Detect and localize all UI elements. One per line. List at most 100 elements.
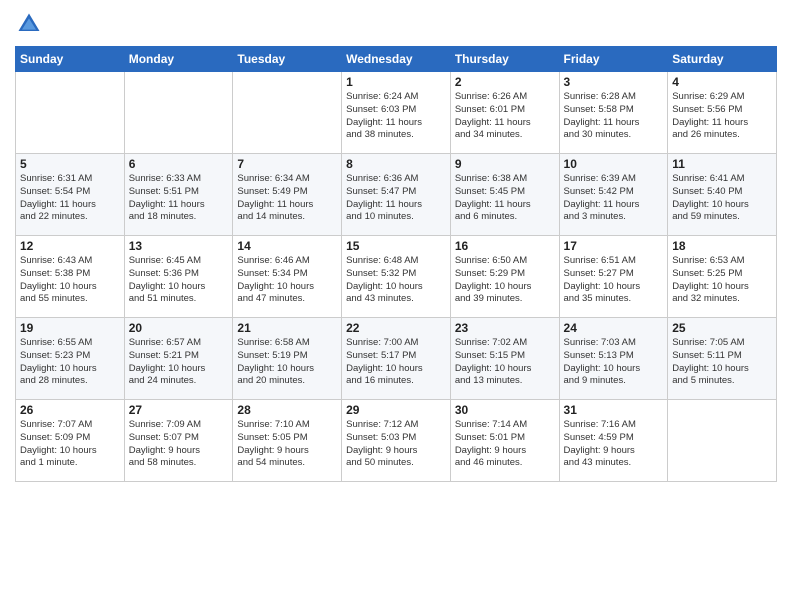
day-number: 15 (346, 239, 446, 253)
day-number: 4 (672, 75, 772, 89)
calendar-cell: 9 Sunrise: 6:38 AM Sunset: 5:45 PM Daylig… (450, 154, 559, 236)
weekday-header: Wednesday (342, 47, 451, 72)
calendar-cell: 12 Sunrise: 6:43 AM Sunset: 5:38 PM Dayli… (16, 236, 125, 318)
day-info: Sunrise: 6:38 AM Sunset: 5:45 PM Dayligh… (455, 173, 555, 224)
calendar-cell: 7 Sunrise: 6:34 AM Sunset: 5:49 PM Daylig… (233, 154, 342, 236)
day-info: Sunrise: 6:45 AM Sunset: 5:36 PM Dayligh… (129, 255, 229, 306)
weekday-header: Sunday (16, 47, 125, 72)
day-number: 10 (564, 157, 664, 171)
calendar-cell (668, 400, 777, 482)
day-number: 31 (564, 403, 664, 417)
weekday-header-row: SundayMondayTuesdayWednesdayThursdayFrid… (16, 47, 777, 72)
day-info: Sunrise: 6:53 AM Sunset: 5:25 PM Dayligh… (672, 255, 772, 306)
calendar-cell: 17Sunrise: 6:51 AM Sunset: 5:27 PM Dayli… (559, 236, 668, 318)
calendar-cell: 14 Sunrise: 6:46 AM Sunset: 5:34 PM Dayli… (233, 236, 342, 318)
day-info: Sunrise: 7:14 AM Sunset: 5:01 PM Dayligh… (455, 419, 555, 470)
calendar-cell: 10 Sunrise: 6:39 AM Sunset: 5:42 PM Dayli… (559, 154, 668, 236)
day-info: Sunrise: 6:58 AM Sunset: 5:19 PM Dayligh… (237, 337, 337, 388)
calendar-cell: 30Sunrise: 7:14 AM Sunset: 5:01 PM Dayli… (450, 400, 559, 482)
day-number: 20 (129, 321, 229, 335)
calendar-cell: 28 Sunrise: 7:10 AM Sunset: 5:05 PM Dayli… (233, 400, 342, 482)
day-number: 11 (672, 157, 772, 171)
day-info: Sunrise: 7:09 AM Sunset: 5:07 PM Dayligh… (129, 419, 229, 470)
day-number: 22 (346, 321, 446, 335)
day-info: Sunrise: 6:43 AM Sunset: 5:38 PM Dayligh… (20, 255, 120, 306)
calendar-cell: 1Sunrise: 6:24 AM Sunset: 6:03 PM Daylig… (342, 72, 451, 154)
day-number: 7 (237, 157, 337, 171)
day-number: 24 (564, 321, 664, 335)
page: SundayMondayTuesdayWednesdayThursdayFrid… (0, 0, 792, 612)
calendar-cell: 29 Sunrise: 7:12 AM Sunset: 5:03 PM Dayli… (342, 400, 451, 482)
calendar-cell: 25 Sunrise: 7:05 AM Sunset: 5:11 PM Dayli… (668, 318, 777, 400)
calendar-cell: 5 Sunrise: 6:31 AM Sunset: 5:54 PM Daylig… (16, 154, 125, 236)
day-number: 27 (129, 403, 229, 417)
day-number: 25 (672, 321, 772, 335)
calendar-week-row: 19Sunrise: 6:55 AM Sunset: 5:23 PM Dayli… (16, 318, 777, 400)
day-info: Sunrise: 7:05 AM Sunset: 5:11 PM Dayligh… (672, 337, 772, 388)
day-number: 18 (672, 239, 772, 253)
day-info: Sunrise: 7:10 AM Sunset: 5:05 PM Dayligh… (237, 419, 337, 470)
day-info: Sunrise: 6:24 AM Sunset: 6:03 PM Dayligh… (346, 91, 446, 142)
calendar-week-row: 5 Sunrise: 6:31 AM Sunset: 5:54 PM Daylig… (16, 154, 777, 236)
day-info: Sunrise: 6:41 AM Sunset: 5:40 PM Dayligh… (672, 173, 772, 224)
day-number: 28 (237, 403, 337, 417)
calendar-cell: 21 Sunrise: 6:58 AM Sunset: 5:19 PM Dayli… (233, 318, 342, 400)
calendar-cell: 11 Sunrise: 6:41 AM Sunset: 5:40 PM Dayli… (668, 154, 777, 236)
day-number: 29 (346, 403, 446, 417)
day-info: Sunrise: 7:12 AM Sunset: 5:03 PM Dayligh… (346, 419, 446, 470)
day-info: Sunrise: 6:50 AM Sunset: 5:29 PM Dayligh… (455, 255, 555, 306)
day-info: Sunrise: 7:00 AM Sunset: 5:17 PM Dayligh… (346, 337, 446, 388)
day-info: Sunrise: 7:03 AM Sunset: 5:13 PM Dayligh… (564, 337, 664, 388)
calendar-cell: 26Sunrise: 7:07 AM Sunset: 5:09 PM Dayli… (16, 400, 125, 482)
day-number: 2 (455, 75, 555, 89)
day-number: 12 (20, 239, 120, 253)
calendar-cell: 27 Sunrise: 7:09 AM Sunset: 5:07 PM Dayli… (124, 400, 233, 482)
day-number: 14 (237, 239, 337, 253)
logo (15, 10, 47, 38)
day-number: 17 (564, 239, 664, 253)
calendar-cell: 16Sunrise: 6:50 AM Sunset: 5:29 PM Dayli… (450, 236, 559, 318)
day-info: Sunrise: 6:36 AM Sunset: 5:47 PM Dayligh… (346, 173, 446, 224)
day-number: 26 (20, 403, 120, 417)
calendar-cell: 19Sunrise: 6:55 AM Sunset: 5:23 PM Dayli… (16, 318, 125, 400)
day-info: Sunrise: 6:55 AM Sunset: 5:23 PM Dayligh… (20, 337, 120, 388)
day-info: Sunrise: 6:31 AM Sunset: 5:54 PM Dayligh… (20, 173, 120, 224)
day-number: 9 (455, 157, 555, 171)
day-info: Sunrise: 6:48 AM Sunset: 5:32 PM Dayligh… (346, 255, 446, 306)
day-number: 3 (564, 75, 664, 89)
weekday-header: Thursday (450, 47, 559, 72)
calendar-cell: 15 Sunrise: 6:48 AM Sunset: 5:32 PM Dayli… (342, 236, 451, 318)
day-number: 23 (455, 321, 555, 335)
day-info: Sunrise: 6:39 AM Sunset: 5:42 PM Dayligh… (564, 173, 664, 224)
day-info: Sunrise: 6:46 AM Sunset: 5:34 PM Dayligh… (237, 255, 337, 306)
day-info: Sunrise: 6:33 AM Sunset: 5:51 PM Dayligh… (129, 173, 229, 224)
calendar: SundayMondayTuesdayWednesdayThursdayFrid… (15, 46, 777, 482)
day-info: Sunrise: 6:57 AM Sunset: 5:21 PM Dayligh… (129, 337, 229, 388)
day-info: Sunrise: 6:34 AM Sunset: 5:49 PM Dayligh… (237, 173, 337, 224)
weekday-header: Saturday (668, 47, 777, 72)
calendar-cell: 24 Sunrise: 7:03 AM Sunset: 5:13 PM Dayli… (559, 318, 668, 400)
day-number: 6 (129, 157, 229, 171)
day-number: 21 (237, 321, 337, 335)
calendar-cell (233, 72, 342, 154)
weekday-header: Tuesday (233, 47, 342, 72)
calendar-cell: 4Sunrise: 6:29 AM Sunset: 5:56 PM Daylig… (668, 72, 777, 154)
calendar-cell: 13 Sunrise: 6:45 AM Sunset: 5:36 PM Dayli… (124, 236, 233, 318)
calendar-cell (16, 72, 125, 154)
day-number: 13 (129, 239, 229, 253)
calendar-cell: 3 Sunrise: 6:28 AM Sunset: 5:58 PM Daylig… (559, 72, 668, 154)
day-number: 5 (20, 157, 120, 171)
day-number: 8 (346, 157, 446, 171)
calendar-week-row: 26Sunrise: 7:07 AM Sunset: 5:09 PM Dayli… (16, 400, 777, 482)
day-info: Sunrise: 6:26 AM Sunset: 6:01 PM Dayligh… (455, 91, 555, 142)
logo-icon (15, 10, 43, 38)
calendar-cell: 8 Sunrise: 6:36 AM Sunset: 5:47 PM Daylig… (342, 154, 451, 236)
day-info: Sunrise: 6:28 AM Sunset: 5:58 PM Dayligh… (564, 91, 664, 142)
calendar-cell: 20 Sunrise: 6:57 AM Sunset: 5:21 PM Dayli… (124, 318, 233, 400)
calendar-cell (124, 72, 233, 154)
header (15, 10, 777, 38)
calendar-week-row: 12 Sunrise: 6:43 AM Sunset: 5:38 PM Dayli… (16, 236, 777, 318)
calendar-week-row: 1Sunrise: 6:24 AM Sunset: 6:03 PM Daylig… (16, 72, 777, 154)
calendar-cell: 6 Sunrise: 6:33 AM Sunset: 5:51 PM Daylig… (124, 154, 233, 236)
calendar-cell: 22 Sunrise: 7:00 AM Sunset: 5:17 PM Dayli… (342, 318, 451, 400)
